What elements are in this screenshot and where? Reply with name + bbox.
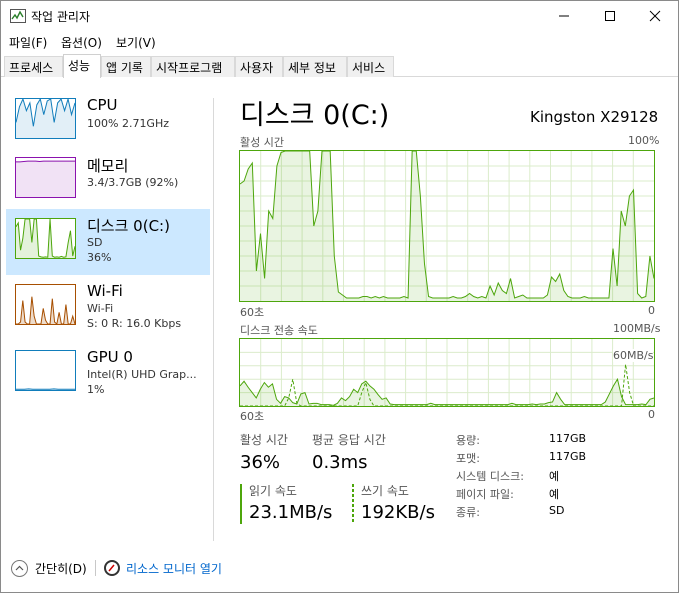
footer: 간단히(D) 리소스 모니터 열기	[1, 552, 678, 582]
tab-details[interactable]: 세부 정보	[283, 56, 347, 77]
active-time-graph-max: 100%	[628, 134, 660, 147]
tab-app-history[interactable]: 앱 기록	[101, 56, 151, 77]
minimize-button[interactable]	[541, 1, 587, 31]
tab-bar: 프로세스 성능 앱 기록 시작프로그램 사용자 세부 정보 서비스	[1, 54, 678, 78]
active-time-graph-xmax: 0	[648, 304, 655, 317]
response-time-label: 평균 응답 시간	[312, 433, 386, 447]
read-speed-value: 23.1MB/s	[249, 502, 333, 523]
transfer-graph-label: 디스크 전송 속도	[240, 324, 318, 337]
prop-page-file-value: 예	[549, 488, 560, 501]
tab-performance[interactable]: 성능	[63, 54, 101, 78]
sidebar-item-wifi[interactable]: Wi-Fi Wi-Fi S: 0 R: 16.0 Kbps	[6, 276, 210, 342]
sidebar-divider	[213, 98, 214, 541]
open-resource-monitor-link[interactable]: 리소스 모니터 열기	[126, 560, 222, 577]
minimize-icon	[559, 15, 569, 17]
footer-divider	[95, 560, 96, 576]
disk-model: Kingston X29128	[530, 108, 659, 126]
sidebar-item-gpu[interactable]: GPU 0 Intel(R) UHD Grap... 1%	[6, 342, 210, 408]
tab-startup[interactable]: 시작프로그램	[151, 56, 235, 77]
sidebar-item-throughput: S: 0 R: 16.0 Kbps	[87, 317, 182, 330]
tab-users[interactable]: 사용자	[235, 56, 283, 77]
disk-thumbnail-graph	[15, 218, 76, 259]
close-button[interactable]	[632, 1, 678, 31]
maximize-button[interactable]	[587, 1, 633, 31]
window-title: 작업 관리자	[31, 10, 91, 24]
active-time-graph	[239, 150, 655, 302]
sidebar-item-title: 디스크 0(C:)	[87, 217, 170, 235]
title-bar[interactable]: 작업 관리자	[1, 1, 678, 31]
prop-system-disk-value: 예	[549, 470, 560, 483]
write-speed-bar	[352, 484, 354, 524]
read-speed-label: 읽기 속도	[249, 484, 297, 498]
active-time-label: 활성 시간	[240, 433, 288, 447]
prop-formatted-label: 포맷:	[456, 452, 480, 465]
sidebar-item-memory[interactable]: 메모리 3.4/3.7GB (92%)	[6, 150, 210, 216]
sidebar-item-subtitle: Intel(R) UHD Grap...	[87, 368, 197, 381]
write-speed-label: 쓰기 속도	[361, 484, 409, 498]
menu-bar: 파일(F) 옵션(O) 보기(V)	[1, 31, 678, 53]
prop-capacity-label: 용량:	[456, 434, 480, 447]
menu-options[interactable]: 옵션(O)	[61, 34, 102, 51]
tab-services[interactable]: 서비스	[347, 56, 394, 77]
sidebar-item-disk[interactable]: 디스크 0(C:) SD 36%	[6, 209, 210, 275]
memory-thumbnail-graph	[15, 157, 76, 198]
resource-monitor-icon	[104, 560, 120, 576]
active-time-graph-xmin: 60초	[240, 306, 265, 319]
fewer-details-button[interactable]: 간단히(D)	[35, 560, 87, 577]
prop-type-label: 종류:	[456, 506, 480, 519]
close-icon	[649, 10, 661, 22]
prop-system-disk-label: 시스템 디스크:	[456, 470, 524, 483]
chevron-up-icon[interactable]	[11, 560, 28, 577]
prop-type-value: SD	[549, 504, 565, 517]
menu-view[interactable]: 보기(V)	[116, 34, 156, 51]
performance-sidebar: CPU 100% 2.71GHz 메모리 3.4/3.7GB (92%) 디스크…	[1, 78, 213, 538]
response-time-value: 0.3ms	[312, 452, 368, 473]
sidebar-item-subtitle: 3.4/3.7GB (92%)	[87, 176, 179, 189]
write-speed-value: 192KB/s	[361, 502, 435, 523]
menu-file[interactable]: 파일(F)	[9, 34, 47, 51]
read-speed-bar	[240, 484, 242, 524]
tab-processes[interactable]: 프로세스	[4, 56, 63, 77]
transfer-graph-max: 100MB/s	[613, 322, 661, 335]
sidebar-item-usage: 1%	[87, 383, 105, 396]
active-time-value: 36%	[240, 452, 281, 473]
sidebar-item-title: GPU 0	[87, 348, 133, 366]
sidebar-item-usage: 36%	[87, 251, 112, 264]
prop-formatted-value: 117GB	[549, 450, 587, 463]
sidebar-item-subtitle: SD	[87, 236, 103, 249]
transfer-graph-scale: 60MB/s	[613, 349, 654, 362]
active-time-graph-label: 활성 시간	[240, 136, 284, 149]
sidebar-item-title: 메모리	[87, 157, 129, 175]
sidebar-item-subtitle: 100% 2.71GHz	[87, 117, 170, 130]
memory-thumb-area	[16, 161, 75, 197]
sidebar-item-subtitle: Wi-Fi	[87, 302, 114, 315]
sidebar-item-cpu[interactable]: CPU 100% 2.71GHz	[6, 91, 210, 157]
task-manager-icon	[10, 9, 26, 23]
transfer-graph-xmin: 60초	[240, 410, 265, 423]
gpu-thumbnail-graph	[15, 350, 76, 391]
sidebar-item-title: Wi-Fi	[87, 282, 123, 300]
prop-capacity-value: 117GB	[549, 432, 587, 445]
transfer-graph-xmax: 0	[648, 408, 655, 421]
transfer-rate-graph: 60MB/s	[239, 338, 655, 407]
task-manager-window: 작업 관리자 파일(F) 옵션(O) 보기(V) 프로세스 성능 앱 기록 시작…	[0, 0, 679, 593]
maximize-icon	[605, 11, 615, 21]
wifi-thumbnail-graph	[15, 284, 76, 325]
prop-page-file-label: 페이지 파일:	[456, 488, 514, 501]
cpu-thumbnail-graph	[15, 98, 76, 139]
sidebar-item-title: CPU	[87, 96, 118, 114]
page-title: 디스크 0(C:)	[240, 100, 390, 131]
